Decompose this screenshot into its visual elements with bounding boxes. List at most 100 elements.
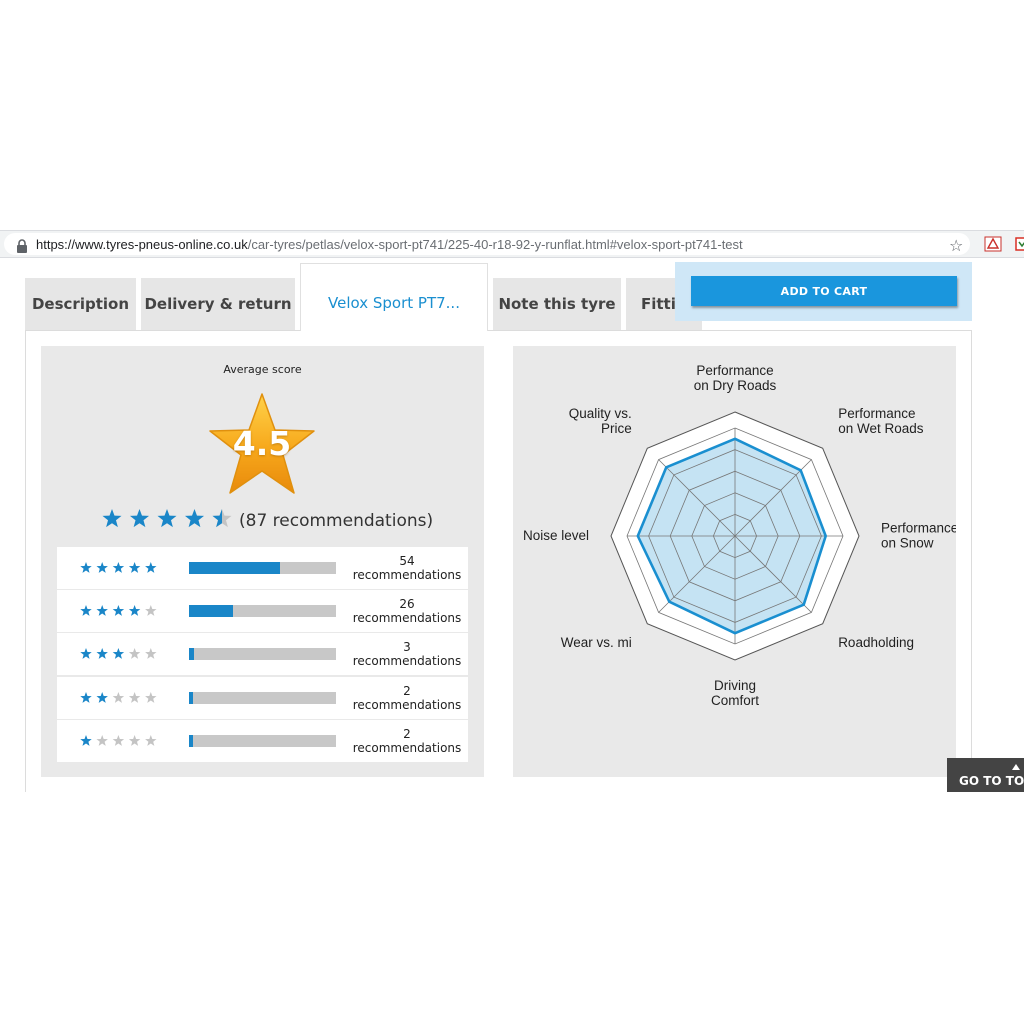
address-bar: https://www.tyres-pneus-online.co.uk/car… <box>0 230 1024 258</box>
radar-axis-label-8: Quality vs. Price <box>569 406 632 436</box>
extension-icon[interactable] <box>1014 236 1024 252</box>
rating-row-1-stars: 2 recommendations <box>57 719 468 762</box>
row2-star-4 <box>128 691 141 703</box>
tab-delivery-return[interactable]: Delivery & return <box>141 278 295 330</box>
radar-axis-label-6: Wear vs. mi <box>561 635 632 650</box>
row-count-label: recommendations <box>352 654 462 669</box>
rating-row-4-stars: 26 recommendations <box>57 590 468 633</box>
total-recommendations: (87 recommendations) <box>239 511 434 531</box>
radar-axis-label-line: on Snow <box>881 536 934 551</box>
row4-star-2 <box>96 605 108 617</box>
row-count: 26 recommendations <box>347 597 467 625</box>
progress-bar <box>189 734 336 747</box>
radar-axis-label-line: Wear vs. mi <box>561 635 632 650</box>
summary-star-4 <box>184 509 205 528</box>
rating-row-2-stars: 2 recommendations <box>57 676 468 719</box>
radar-axis-label-line: Performance <box>838 406 915 421</box>
radar-axis-label-2: Performance on Wet Roads <box>838 406 924 436</box>
pdf-extension-icon[interactable] <box>984 236 1002 252</box>
row5-star-4 <box>128 562 141 573</box>
row-count-number: 26 <box>399 597 415 612</box>
rating-row-5-stars: 54 recommendations <box>57 547 468 589</box>
row-count: 54 recommendations <box>347 554 467 582</box>
radar-axis-label-line: Noise level <box>523 528 589 543</box>
row-count-label: recommendations <box>352 697 462 712</box>
row3-star-1 <box>80 648 92 660</box>
progress-bar-fill <box>189 691 194 704</box>
row2-star-1 <box>80 691 92 703</box>
row4-star-1 <box>80 605 92 617</box>
radar-axis-label-line: Driving <box>714 678 756 693</box>
radar-axis-label-line: on Dry Roads <box>694 378 777 393</box>
tab-note-this-tyre[interactable]: Note this tyre <box>493 278 621 330</box>
row-count-label: recommendations <box>352 740 462 755</box>
tab-description[interactable]: Description <box>25 278 136 330</box>
average-score-value: 4.5 <box>232 424 292 463</box>
row-count: 3 recommendations <box>347 640 467 668</box>
radar-axis-label-4: Roadholding <box>838 635 914 650</box>
radar-axis-label-line: Price <box>601 421 632 436</box>
radar-axis-label-line: Performance <box>696 363 773 378</box>
radar-axis-label-line: Comfort <box>711 693 759 708</box>
row1-star-4 <box>128 734 141 746</box>
url-field[interactable]: https://www.tyres-pneus-online.co.uk/car… <box>4 233 970 255</box>
progress-bar-fill <box>189 734 194 747</box>
row5-star-1 <box>80 562 92 573</box>
lock-icon <box>17 239 27 253</box>
row1-star-5 <box>145 734 157 746</box>
radar-axis-label-3: Performance on Snow <box>881 521 956 551</box>
radar-axis-label-1: Performance on Dry Roads <box>694 363 777 393</box>
radar-axis-label-7: Noise level <box>523 528 589 543</box>
row-stars <box>80 734 157 746</box>
row-count: 2 recommendations <box>347 684 467 712</box>
progress-bar <box>189 691 336 704</box>
row-stars <box>80 648 157 660</box>
row-stars <box>80 691 157 703</box>
row-stars <box>80 605 157 617</box>
add-to-cart-button[interactable]: ADD TO CART <box>691 276 957 306</box>
progress-bar-fill <box>189 648 195 661</box>
row5-star-3 <box>112 562 125 573</box>
summary-star-2 <box>129 509 150 528</box>
rating-row-3-stars: 3 recommendations <box>57 633 468 676</box>
url-host: https://www.tyres-pneus-online.co.uk <box>36 237 248 252</box>
caret-up-icon <box>1012 764 1020 770</box>
summary-star-3 <box>157 509 177 528</box>
row1-star-2 <box>96 734 108 746</box>
row4-star-5 <box>145 605 157 617</box>
average-score-label: Average score <box>223 363 302 376</box>
radar-chart: Performance on Dry RoadsPerformance on Wet… <box>523 363 956 708</box>
row-count-number: 3 <box>403 640 411 655</box>
row4-star-3 <box>112 605 125 617</box>
row3-star-5 <box>145 648 157 660</box>
row2-star-5 <box>145 691 157 703</box>
row2-star-3 <box>112 691 125 703</box>
row5-star-2 <box>96 562 108 573</box>
summary-stars <box>102 509 232 528</box>
progress-bar-fill <box>189 562 281 574</box>
row-count-number: 2 <box>403 683 411 698</box>
row-count-number: 54 <box>399 554 415 568</box>
progress-bar-fill <box>189 605 234 618</box>
row3-star-3 <box>112 648 125 660</box>
star-outline-icon[interactable]: ☆ <box>949 237 963 255</box>
radar-axis-label-line: Performance <box>881 521 956 536</box>
row-count-label: recommendations <box>352 568 462 582</box>
radar-axis-label-line: on Wet Roads <box>838 421 924 436</box>
row-count-number: 2 <box>403 726 411 741</box>
tab-velox-sport[interactable]: Velox Sport PT7... <box>300 263 488 331</box>
row-stars <box>80 562 157 573</box>
row3-star-2 <box>96 648 108 660</box>
progress-bar <box>189 605 336 618</box>
row-count: 2 recommendations <box>347 727 467 755</box>
radar-axis-label-line: Quality vs. <box>569 406 632 421</box>
url-text[interactable]: https://www.tyres-pneus-online.co.uk/car… <box>36 236 743 254</box>
row1-star-3 <box>112 734 125 746</box>
row1-star-1 <box>80 734 92 746</box>
row3-star-4 <box>128 648 141 660</box>
row-count-label: recommendations <box>352 611 462 626</box>
progress-bar <box>189 648 336 661</box>
row2-star-2 <box>96 691 108 703</box>
progress-bar <box>189 562 336 574</box>
summary-star-1 <box>102 509 122 528</box>
